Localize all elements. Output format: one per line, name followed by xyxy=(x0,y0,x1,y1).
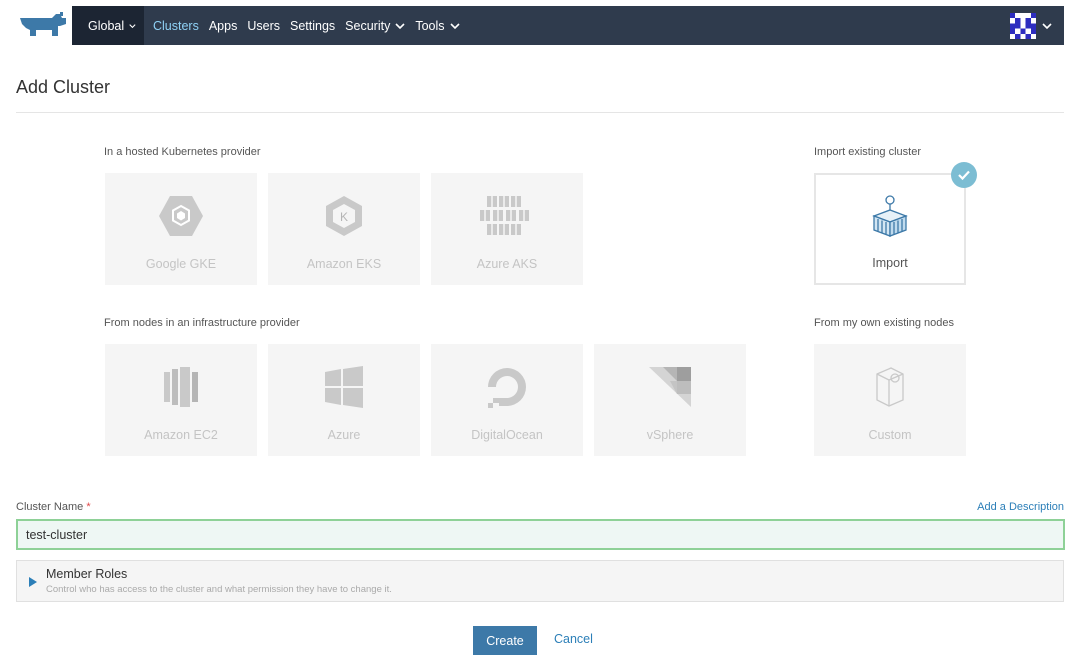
cluster-name-label-text: Cluster Name xyxy=(16,501,84,513)
user-menu[interactable] xyxy=(998,6,1064,45)
provider-tile-ec2[interactable]: Amazon EC2 xyxy=(105,344,257,456)
provider-tile-digitalocean[interactable]: DigitalOcean xyxy=(431,344,583,456)
nav-apps[interactable]: Apps xyxy=(204,6,243,45)
import-container-icon xyxy=(870,195,910,237)
provider-tile-import[interactable]: Import xyxy=(814,173,966,285)
nav-settings[interactable]: Settings xyxy=(285,6,340,45)
provider-label: DigitalOcean xyxy=(471,428,543,442)
title-divider xyxy=(16,112,1064,113)
cluster-name-input[interactable] xyxy=(16,519,1065,550)
gke-hexagon-icon xyxy=(158,195,204,237)
nav-users[interactable]: Users xyxy=(242,6,285,45)
nav-global-label: Global xyxy=(88,18,125,33)
import-section-label: Import existing cluster xyxy=(814,146,921,158)
svg-text:K: K xyxy=(340,210,348,224)
chevron-down-icon xyxy=(129,23,136,28)
add-description-link[interactable]: Add a Description xyxy=(977,501,1064,513)
digitalocean-icon xyxy=(485,366,529,408)
rancher-logo[interactable] xyxy=(16,10,70,40)
provider-label: Amazon EC2 xyxy=(144,428,218,442)
page-title: Add Cluster xyxy=(16,77,111,97)
vsphere-icon xyxy=(648,366,692,408)
member-roles-title: Member Roles xyxy=(46,567,128,581)
nav-tools-label: Tools xyxy=(415,18,445,33)
rancher-logo-icon xyxy=(20,12,66,36)
nav-tools-dropdown[interactable]: Tools xyxy=(410,6,464,45)
checkmark-icon xyxy=(958,170,970,181)
provider-label: Azure xyxy=(327,428,361,442)
custom-node-icon xyxy=(873,366,907,408)
create-button[interactable]: Create xyxy=(473,626,537,655)
provider-tile-azure[interactable]: Azure xyxy=(268,344,420,456)
nav-security-label: Security xyxy=(345,18,391,33)
provider-label: Azure AKS xyxy=(476,257,538,271)
ec2-icon xyxy=(163,366,199,408)
provider-label: Amazon EKS xyxy=(306,257,382,271)
eks-hexagon-icon: K xyxy=(324,195,364,237)
nav-clusters-label: Clusters xyxy=(153,18,199,33)
provider-label: vSphere xyxy=(646,428,694,442)
cluster-name-label: Cluster Name * xyxy=(16,501,91,513)
nav-settings-label: Settings xyxy=(290,18,336,33)
nav-clusters[interactable]: Clusters xyxy=(144,6,204,45)
provider-tile-eks[interactable]: K Amazon EKS xyxy=(268,173,420,285)
windows-icon xyxy=(324,366,364,408)
chevron-down-icon xyxy=(395,22,405,29)
required-mark: * xyxy=(86,501,91,513)
expand-triangle-icon xyxy=(29,577,37,587)
provider-tile-custom[interactable]: Custom xyxy=(814,344,966,456)
aks-cubes-icon xyxy=(479,195,535,237)
nav-users-label: Users xyxy=(247,18,280,33)
custom-section-label: From my own existing nodes xyxy=(814,317,954,329)
top-nav-bar: Global Clusters Apps Users Settings Secu… xyxy=(72,6,1064,45)
cancel-button[interactable]: Cancel xyxy=(554,632,593,646)
selected-check-badge xyxy=(951,162,977,188)
provider-label: Google GKE xyxy=(145,257,217,271)
nav-global-dropdown[interactable]: Global xyxy=(72,6,144,45)
provider-label: Custom xyxy=(868,428,912,442)
provider-tile-gke[interactable]: Google GKE xyxy=(105,173,257,285)
chevron-down-icon xyxy=(449,22,460,29)
provider-label: Import xyxy=(872,256,908,270)
infra-section-label: From nodes in an infrastructure provider xyxy=(104,317,300,329)
provider-tile-aks[interactable]: Azure AKS xyxy=(431,173,583,285)
hosted-section-label: In a hosted Kubernetes provider xyxy=(104,146,261,158)
nav-security-dropdown[interactable]: Security xyxy=(340,6,410,45)
nav-apps-label: Apps xyxy=(208,18,238,33)
avatar xyxy=(1010,12,1036,39)
provider-tile-vsphere[interactable]: vSphere xyxy=(594,344,746,456)
member-roles-accordion[interactable]: Member Roles Control who has access to t… xyxy=(16,560,1064,602)
member-roles-subtitle: Control who has access to the cluster an… xyxy=(46,584,392,595)
chevron-down-icon xyxy=(1042,22,1052,29)
